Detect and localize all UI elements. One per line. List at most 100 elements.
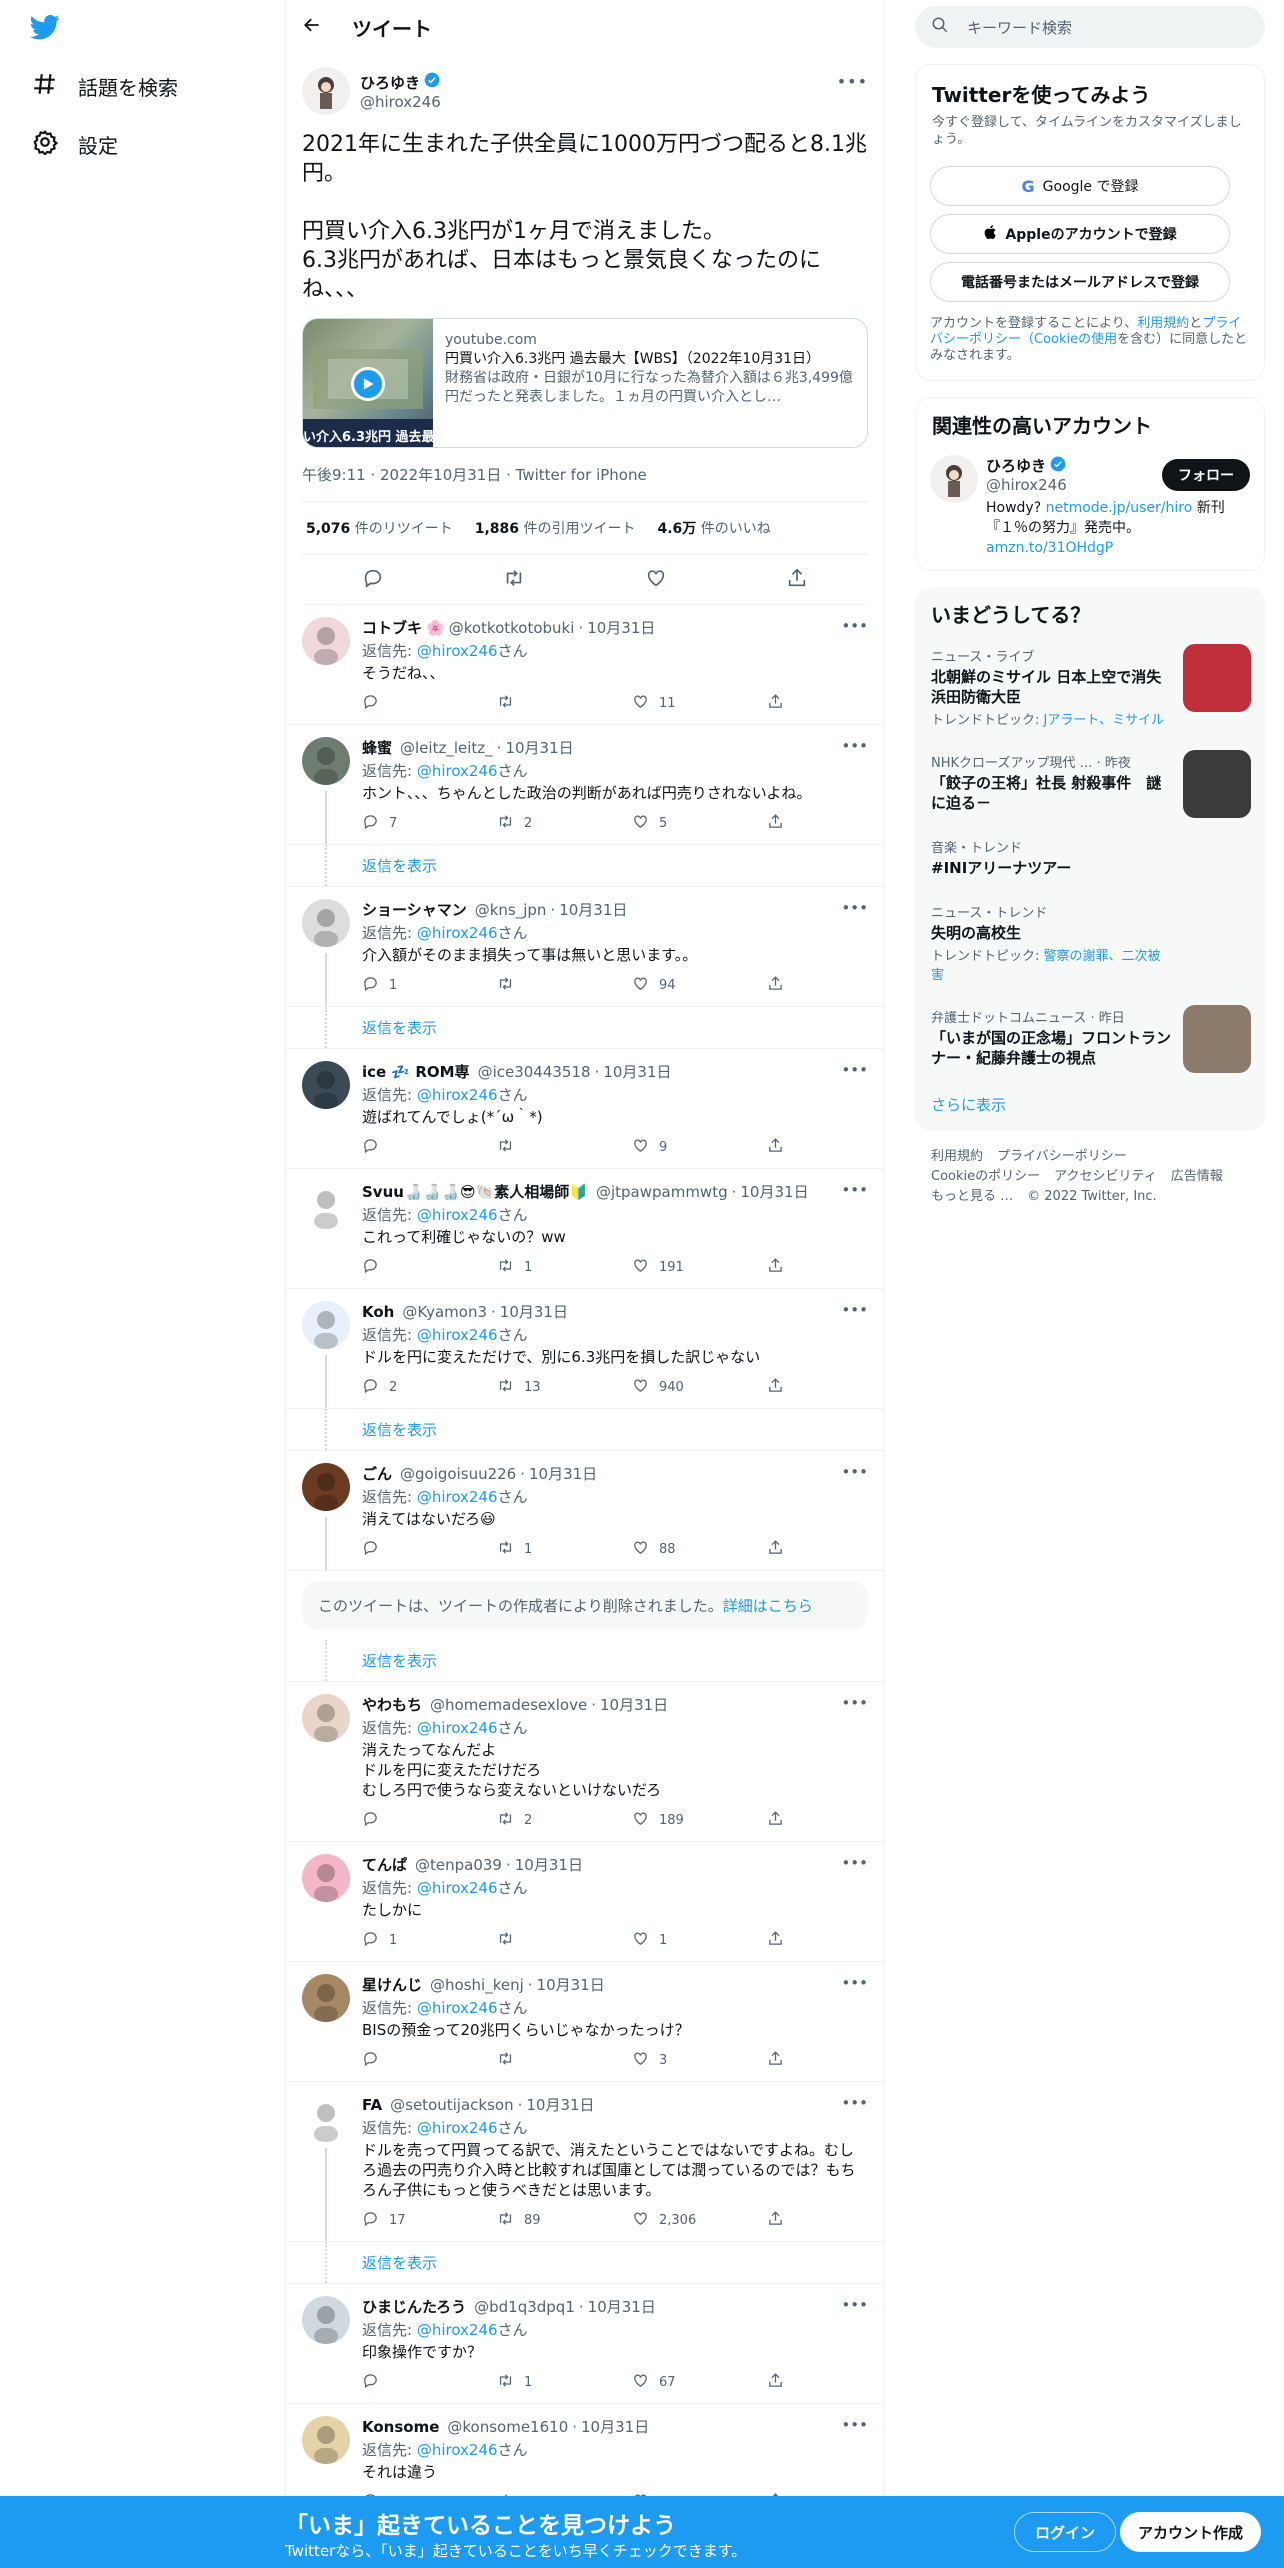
avatar[interactable] — [302, 2296, 350, 2344]
more-icon[interactable]: ••• — [841, 1061, 868, 1079]
more-icon[interactable]: ••• — [841, 1694, 868, 1712]
reply-date[interactable]: 10月31日 — [600, 1694, 668, 1715]
mention-link[interactable]: @hirox246 — [417, 2321, 498, 2339]
retweet-icon[interactable] — [497, 813, 514, 834]
avatar[interactable] — [302, 899, 350, 947]
share-icon[interactable] — [767, 1377, 784, 1398]
author-handle[interactable]: @hirox246 — [360, 93, 441, 111]
footer-link[interactable]: もっと見る … — [931, 1189, 1013, 1204]
footer-link[interactable]: 広告情報 — [1171, 1169, 1223, 1184]
share-icon[interactable] — [767, 1810, 784, 1831]
reply-author-handle[interactable]: @kotkotkotobuki — [449, 619, 575, 637]
more-icon[interactable]: ••• — [841, 2094, 868, 2112]
avatar[interactable] — [302, 617, 350, 665]
mention-link[interactable]: @hirox246 — [417, 1719, 498, 1737]
share-icon[interactable] — [767, 1137, 784, 1158]
footer-link[interactable]: プライバシーポリシー — [997, 1149, 1127, 1164]
reply-icon[interactable] — [362, 1810, 379, 1831]
reply-date[interactable]: 10月31日 — [587, 617, 655, 638]
reply-author-handle[interactable]: @bd1q3dpq1 — [474, 2298, 575, 2316]
search-box[interactable]: キーワード検索 — [915, 6, 1265, 48]
tweet-meta[interactable]: 午後9:11 · 2022年10月31日 · Twitter for iPhon… — [302, 464, 868, 502]
reply-author-name[interactable]: Koh — [362, 1303, 394, 1321]
show-replies-link[interactable]: 返信を表示 — [286, 845, 884, 887]
reply-icon[interactable] — [362, 813, 379, 834]
reply-date[interactable]: 10月31日 — [529, 1463, 597, 1484]
retweet-icon[interactable] — [503, 567, 525, 593]
like-stat[interactable]: 4.6万 件のいいね — [658, 518, 771, 538]
terms-link[interactable]: 利用規約 — [1137, 316, 1189, 331]
twitter-logo-icon[interactable] — [28, 12, 68, 52]
retweet-icon[interactable] — [497, 2372, 514, 2393]
reply-icon[interactable] — [362, 975, 379, 996]
reply-tweet[interactable]: Svuu🍶🍶🍶😎🐚素人相場師🔰 @jtpawpammwtg · 10月31日 ••• 返… — [286, 1169, 884, 1289]
reply-icon[interactable] — [362, 693, 379, 714]
reply-author-handle[interactable]: @jtpawpammwtg — [596, 1183, 728, 1201]
more-icon[interactable]: ••• — [841, 1463, 868, 1481]
trend-item[interactable]: ニュース・トレンド 失明の高校生 トレンドトピック: 警察の謝罪、二次被害 — [915, 890, 1265, 995]
reply-tweet[interactable]: ice 💤 ROM専 @ice30443518 · 10月31日 ••• 返信先: @h… — [286, 1049, 884, 1169]
reply-tweet[interactable]: 蜂蜜 @leitz_leitz_ · 10月31日 ••• 返信先: @hirox246… — [286, 725, 884, 845]
reply-author-handle[interactable]: @konsome1610 — [447, 2418, 568, 2436]
reply-date[interactable]: 10月31日 — [559, 899, 627, 920]
reply-author-name[interactable]: ごん — [362, 1463, 392, 1484]
mention-link[interactable]: @hirox246 — [417, 762, 498, 780]
phone-signup-button[interactable]: 電話番号またはメールアドレスで登録 — [930, 262, 1230, 302]
retweet-icon[interactable] — [497, 1930, 514, 1951]
reply-tweet[interactable]: ショーシャマン @kns_jpn · 10月31日 ••• 返信先: @hirox246… — [286, 887, 884, 1007]
reply-author-name[interactable]: ひまじんたろう — [362, 2296, 466, 2317]
reply-tweet[interactable]: FA @setoutijackson · 10月31日 ••• 返信先: @hirox2… — [286, 2082, 884, 2242]
like-icon[interactable] — [632, 1810, 649, 1831]
reply-author-handle[interactable]: @kns_jpn — [475, 901, 547, 919]
retweet-stat[interactable]: 5,076 件のリツイート — [306, 518, 453, 538]
reply-tweet[interactable]: Koh @Kyamon3 · 10月31日 ••• 返信先: @hirox246さん ドル… — [286, 1289, 884, 1409]
footer-link[interactable]: アクセシビリティ — [1054, 1169, 1157, 1184]
avatar[interactable] — [302, 67, 350, 115]
reply-author-name[interactable]: Konsome — [362, 2418, 439, 2436]
reply-date[interactable]: 10月31日 — [740, 1181, 808, 1202]
author-name[interactable]: ひろゆき — [360, 72, 420, 93]
quote-stat[interactable]: 1,886 件の引用ツイート — [475, 518, 636, 538]
avatar[interactable] — [930, 455, 978, 503]
login-button[interactable]: ログイン — [1014, 2512, 1117, 2552]
avatar[interactable] — [302, 2094, 350, 2142]
more-icon[interactable]: ••• — [837, 72, 868, 91]
reply-author-name[interactable]: 蜂蜜 — [362, 737, 392, 758]
show-replies-link[interactable]: 返信を表示 — [286, 1007, 884, 1049]
show-replies-link[interactable]: 返信を表示 — [286, 1640, 884, 1682]
mention-link[interactable]: @hirox246 — [417, 1488, 498, 1506]
mention-link[interactable]: @hirox246 — [417, 1326, 498, 1344]
show-replies-link[interactable]: 返信を表示 — [286, 2242, 884, 2284]
share-icon[interactable] — [767, 2210, 784, 2231]
mention-link[interactable]: @hirox246 — [417, 2119, 498, 2137]
more-icon[interactable]: ••• — [841, 1301, 868, 1319]
like-icon[interactable] — [632, 2210, 649, 2231]
mention-link[interactable]: @hirox246 — [417, 2441, 498, 2459]
mention-link[interactable]: @hirox246 — [417, 924, 498, 942]
follow-button[interactable]: フォロー — [1162, 459, 1250, 491]
reply-author-handle[interactable]: @leitz_leitz_ — [400, 739, 493, 757]
reply-tweet[interactable]: やわもち @homemadesexlove · 10月31日 ••• 返信先: @hir… — [286, 1682, 884, 1842]
like-icon[interactable] — [632, 813, 649, 834]
share-icon[interactable] — [786, 567, 808, 593]
details-link[interactable]: 詳細はこちら — [723, 1597, 813, 1615]
reply-author-name[interactable]: てんぱ — [362, 1854, 407, 1875]
more-icon[interactable]: ••• — [841, 737, 868, 755]
reply-date[interactable]: 10月31日 — [526, 2094, 594, 2115]
reply-tweet[interactable]: 星けんじ @hoshi_kenj · 10月31日 ••• 返信先: @hirox246… — [286, 1962, 884, 2082]
reply-author-name[interactable]: Svuu🍶🍶🍶😎🐚素人相場師🔰 — [362, 1181, 588, 1202]
reply-author-handle[interactable]: @ice30443518 — [478, 1063, 591, 1081]
reply-tweet[interactable]: ごん @goigoisuu226 · 10月31日 ••• 返信先: @hirox246… — [286, 1451, 884, 1571]
retweet-icon[interactable] — [497, 1137, 514, 1158]
reply-author-handle[interactable]: @Kyamon3 — [402, 1303, 487, 1321]
avatar[interactable] — [302, 2416, 350, 2464]
like-icon[interactable] — [632, 1257, 649, 1278]
like-icon[interactable] — [632, 1539, 649, 1560]
link-card[interactable]: い介入6.3兆円 過去最 youtube.com 円買い介入6.3兆円 過去最大… — [302, 318, 868, 448]
more-icon[interactable]: ••• — [841, 2416, 868, 2434]
reply-icon[interactable] — [362, 1257, 379, 1278]
avatar[interactable] — [302, 1694, 350, 1742]
like-icon[interactable] — [632, 1377, 649, 1398]
retweet-icon[interactable] — [497, 2050, 514, 2071]
apple-signup-button[interactable]: Appleのアカウントで登録 — [930, 214, 1230, 254]
